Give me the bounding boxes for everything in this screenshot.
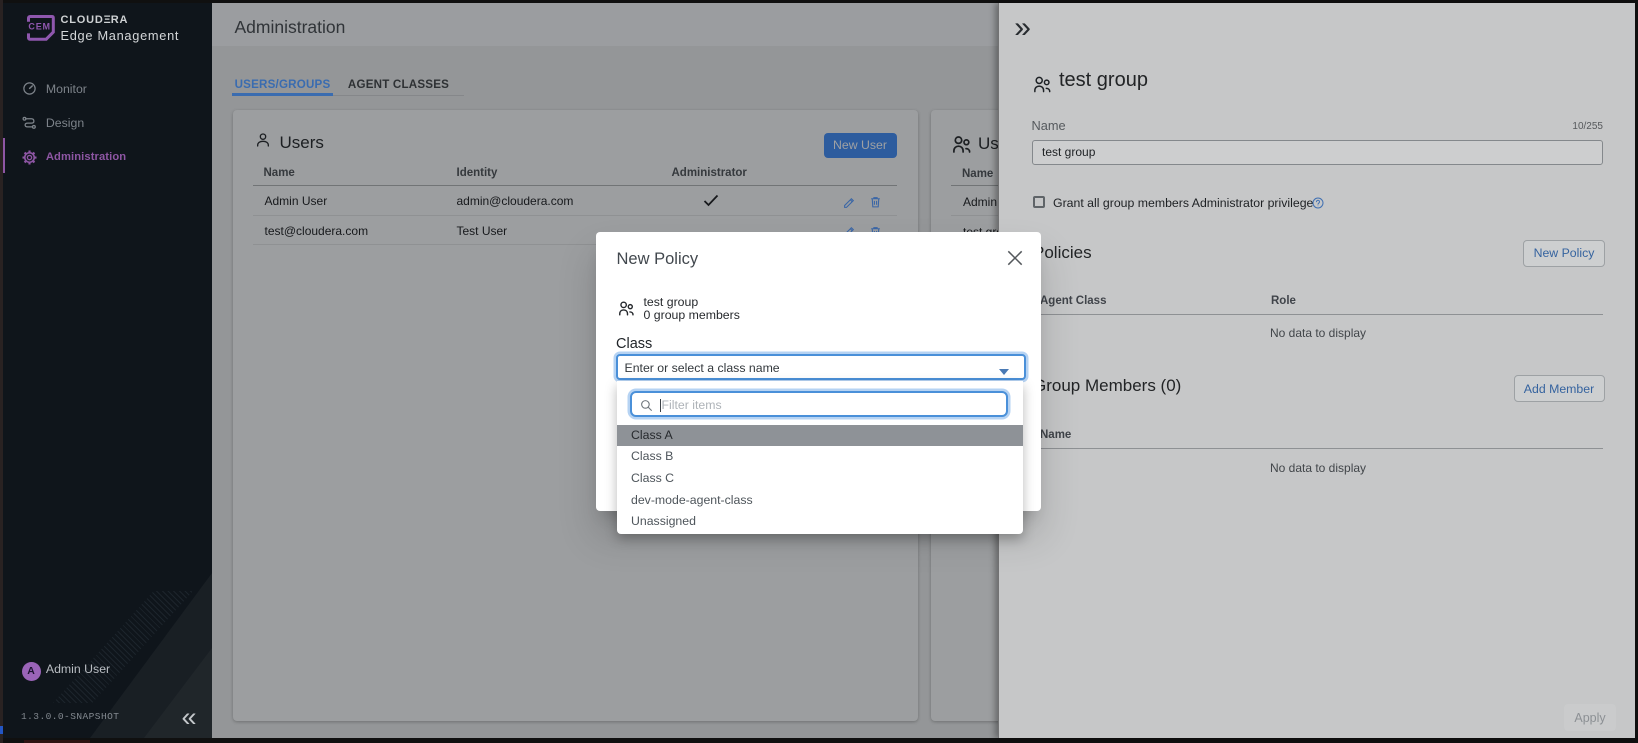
svg-text:CEM: CEM xyxy=(28,22,50,32)
